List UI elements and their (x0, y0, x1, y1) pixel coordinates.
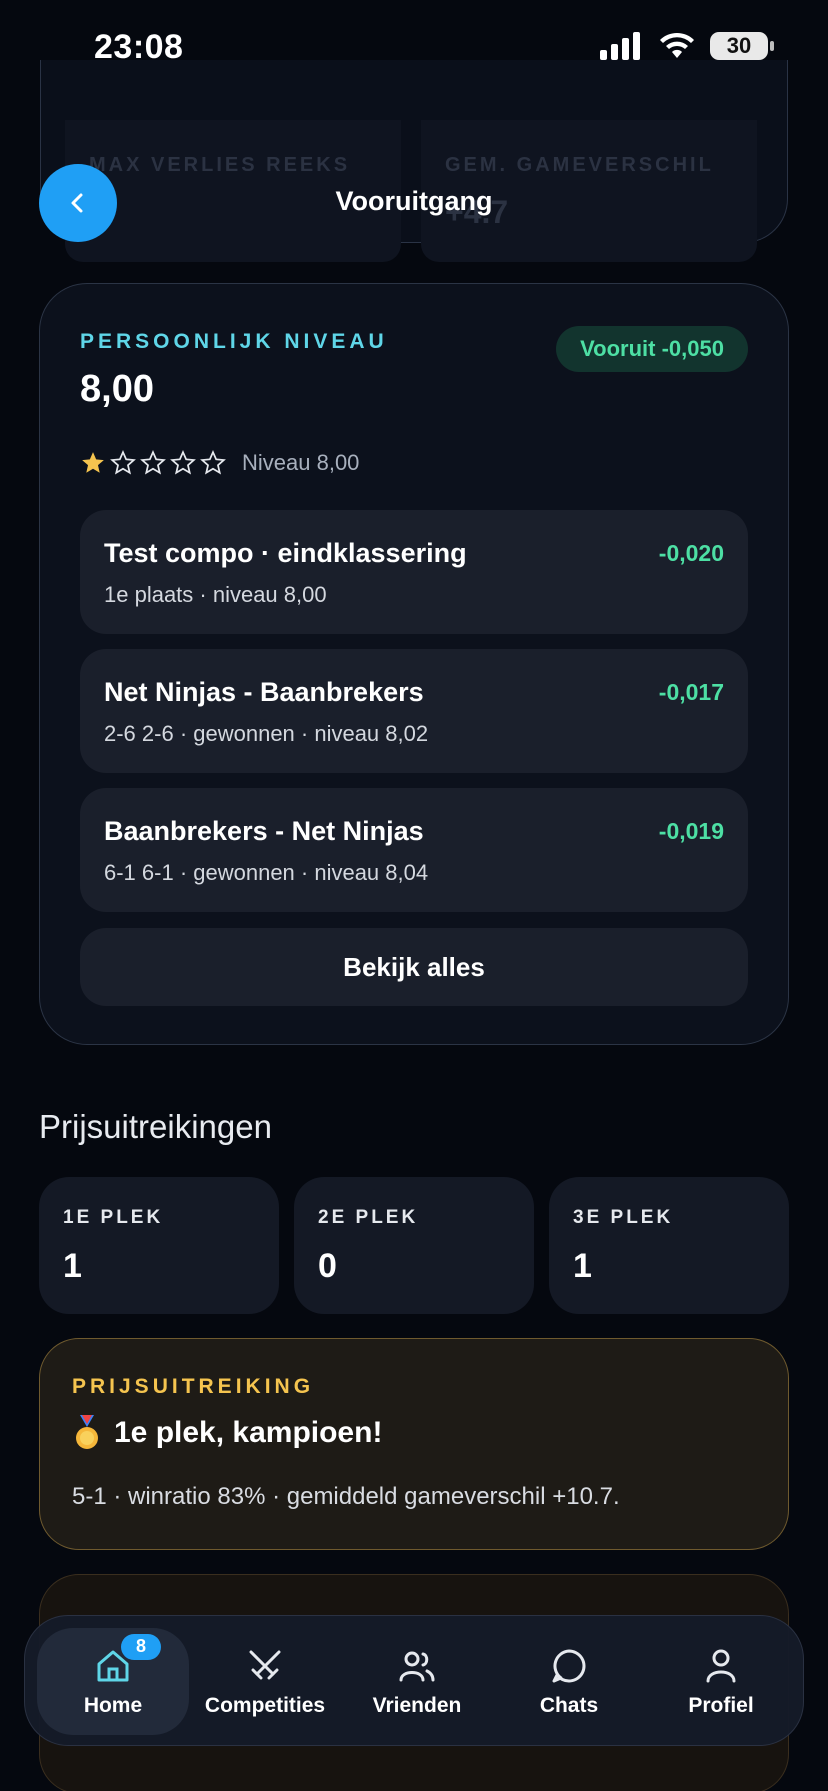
tab-vrienden[interactable]: Vrienden (341, 1616, 493, 1747)
personal-level-card: PERSOONLIJK NIVEAU 8,00 Vooruit -0,050 N… (39, 283, 789, 1045)
tab-label: Competities (204, 1693, 326, 1717)
tab-chats[interactable]: Chats (493, 1616, 645, 1747)
match-row[interactable]: Baanbrekers - Net Ninjas 6-1 6-1 · gewon… (80, 788, 748, 912)
match-title: Baanbrekers - Net Ninjas (104, 816, 424, 846)
tab-label: Profiel (688, 1693, 754, 1717)
tab-label: Vrienden (372, 1693, 462, 1717)
place-tile-third: 3E PLEK 1 (549, 1177, 789, 1314)
star-empty-icon (170, 450, 196, 475)
level-stars: Niveau 8,00 (80, 450, 359, 476)
match-subtitle: 2-6 2-6 · gewonnen · niveau 8,02 (104, 721, 429, 746)
level-value: 8,00 (80, 368, 154, 410)
award-label: PRIJSUITREIKING (72, 1375, 315, 1398)
tab-profiel[interactable]: Profiel (645, 1616, 797, 1747)
match-subtitle: 6-1 6-1 · gewonnen · niveau 8,04 (104, 860, 429, 885)
match-subtitle: 1e plaats · niveau 8,00 (104, 582, 327, 607)
place-tile-second: 2E PLEK 0 (294, 1177, 534, 1314)
status-time: 23:08 (94, 28, 184, 66)
place-value: 0 (318, 1247, 337, 1285)
match-title: Net Ninjas - Baanbrekers (104, 677, 424, 707)
place-label: 3E PLEK (573, 1207, 674, 1228)
match-row[interactable]: Net Ninjas - Baanbrekers 2-6 2-6 · gewon… (80, 649, 748, 773)
match-delta: -0,019 (658, 818, 724, 844)
place-tile-first: 1E PLEK 1 (39, 1177, 279, 1314)
tab-competities[interactable]: Competities (189, 1616, 341, 1747)
users-icon (397, 1646, 437, 1686)
chevron-left-icon (71, 193, 83, 213)
person-icon (701, 1646, 741, 1686)
place-label: 1E PLEK (63, 1207, 164, 1228)
tab-bar: 8 Home Competities Vrienden Chats Profie… (24, 1615, 804, 1746)
stars-label: Niveau 8,00 (242, 450, 360, 475)
star-empty-icon (140, 450, 166, 475)
status-icons: 30 (600, 32, 774, 60)
see-all-button[interactable]: Bekijk alles (80, 928, 748, 1006)
tab-home[interactable]: 8 Home (37, 1616, 189, 1747)
section-title-awards: Prijsuitreikingen (39, 1108, 272, 1145)
cellular-signal-icon (600, 32, 640, 60)
award-title: 1e plek, kampioen! (114, 1416, 383, 1449)
gold-medal-icon (76, 1415, 98, 1449)
stat-label: GEM. GAMEVERSCHIL (445, 154, 714, 176)
page-title: Vooruitgang (335, 186, 493, 216)
match-row[interactable]: Test compo · eindklassering 1e plaats · … (80, 510, 748, 634)
match-delta: -0,017 (658, 679, 724, 705)
chat-bubble-icon (549, 1646, 589, 1686)
wifi-icon (660, 32, 694, 58)
tab-label: Home (83, 1693, 143, 1717)
award-title-row: 1e plek, kampioen! (72, 1415, 382, 1451)
home-icon: 8 (93, 1633, 161, 1686)
match-title: Test compo · eindklassering (104, 538, 467, 568)
award-card[interactable]: PRIJSUITREIKING 1e plek, kampioen! 5-1 ·… (39, 1338, 789, 1550)
back-button[interactable] (39, 164, 117, 242)
swords-icon (245, 1646, 285, 1686)
status-bar: 23:08 30 (0, 0, 828, 100)
star-filled-icon (82, 452, 104, 473)
place-value: 1 (573, 1247, 592, 1285)
level-label: PERSOONLIJK NIVEAU (80, 330, 388, 353)
tab-label: Chats (539, 1693, 599, 1717)
battery-icon: 30 (710, 32, 774, 60)
place-value: 1 (63, 1247, 82, 1285)
place-label: 2E PLEK (318, 1207, 419, 1228)
match-delta: -0,020 (658, 540, 724, 566)
star-empty-icon (200, 450, 226, 475)
notification-badge: 8 (121, 1633, 161, 1660)
star-empty-icon (110, 450, 136, 475)
award-description: 5-1 · winratio 83% · gemiddeld gameversc… (72, 1483, 620, 1510)
stat-label: MAX VERLIES REEKS (89, 154, 351, 176)
progress-badge: Vooruit -0,050 (556, 326, 748, 372)
